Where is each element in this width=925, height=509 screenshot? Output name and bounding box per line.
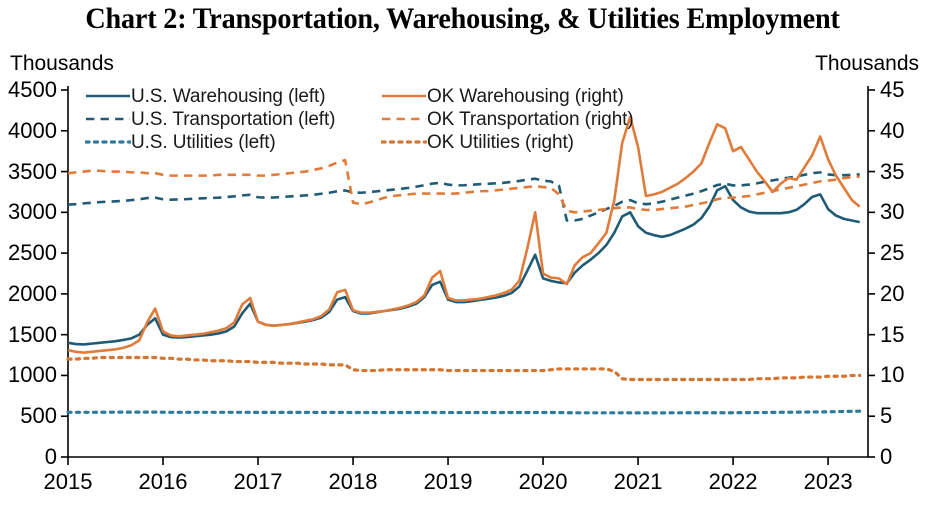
- legend-swatch-dashed-icon: [85, 113, 131, 125]
- right-axis-tick-label: 0: [880, 444, 893, 469]
- series-line: [67, 171, 860, 222]
- legend-item[interactable]: OK Transportation (right): [381, 109, 634, 132]
- left-axis-tick-label: 500: [20, 403, 57, 429]
- chart-container: Chart 2: Transportation, Warehousing, & …: [0, 0, 925, 509]
- legend-swatch-dotted-icon: [85, 136, 131, 148]
- legend-swatch-dotted-icon: [381, 136, 427, 148]
- left-axis-tick-label: 3500: [8, 158, 57, 184]
- legend-column-left: U.S. Warehousing (left) U.S. Transportati…: [85, 86, 381, 155]
- x-axis-tick-label: 2020: [518, 469, 568, 494]
- right-axis-tick-label: 45: [880, 77, 905, 102]
- x-axis-tick-label: 2015: [43, 469, 93, 494]
- legend-item[interactable]: OK Warehousing (right): [381, 86, 625, 109]
- series-line: [66, 355, 862, 382]
- x-axis-tick-label: 2022: [708, 469, 758, 494]
- left-axis-tick-label: 4500: [8, 77, 57, 102]
- left-axis-tick-label: 1500: [8, 321, 57, 347]
- right-axis-tick-label: 15: [880, 321, 905, 347]
- legend-item[interactable]: OK Utilities (right): [381, 132, 625, 155]
- legend-swatch-solid-icon: [85, 90, 131, 102]
- right-axis-tick-label: 20: [880, 280, 905, 306]
- legend-item-label: OK Warehousing (right): [427, 86, 624, 107]
- left-axis-tick-label: 1000: [8, 362, 57, 388]
- legend-item[interactable]: U.S. Utilities (left): [85, 132, 381, 155]
- x-axis-tick-label: 2017: [233, 469, 283, 494]
- series-line: [67, 184, 860, 346]
- legend-item-label: OK Utilities (right): [427, 132, 574, 153]
- x-axis-tick-label: 2018: [328, 469, 378, 494]
- plot-area: [61, 86, 875, 465]
- left-axis-tick-label: 2500: [8, 240, 57, 266]
- left-axis-tick-label: 0: [44, 444, 57, 469]
- x-axis-tick-label: 2021: [613, 469, 663, 494]
- left-axis-tick-label: 4000: [8, 117, 57, 143]
- x-axis-tick-label: 2023: [803, 469, 853, 494]
- right-axis-tick-label: 40: [880, 117, 905, 143]
- legend-swatch-dashed-icon: [381, 113, 427, 125]
- right-axis-tick-label: 5: [880, 403, 893, 429]
- legend-item-label: U.S. Transportation (left): [131, 109, 336, 130]
- legend-item-label: U.S. Warehousing (left): [131, 86, 326, 107]
- left-axis-tick-label: 3000: [8, 199, 57, 225]
- right-axis-tick-label: 10: [880, 362, 905, 388]
- legend-swatch-solid-icon: [381, 90, 427, 102]
- chart-legend: U.S. Warehousing (left) U.S. Transportati…: [85, 86, 634, 155]
- left-axis-tick-label: 2000: [8, 280, 57, 306]
- legend-item-label: OK Transportation (right): [427, 109, 634, 130]
- legend-item[interactable]: U.S. Warehousing (left): [85, 86, 381, 109]
- legend-column-right: OK Warehousing (right) OK Transportation …: [381, 86, 634, 155]
- legend-item-label: U.S. Utilities (left): [131, 132, 276, 153]
- x-axis-tick-label: 2019: [423, 469, 473, 494]
- right-axis-tick-label: 30: [880, 199, 905, 225]
- series-line: [66, 409, 862, 415]
- right-axis-tick-label: 25: [880, 240, 905, 266]
- x-axis-tick-label: 2016: [138, 469, 188, 494]
- legend-item[interactable]: U.S. Transportation (left): [85, 109, 381, 132]
- right-axis-tick-label: 35: [880, 158, 905, 184]
